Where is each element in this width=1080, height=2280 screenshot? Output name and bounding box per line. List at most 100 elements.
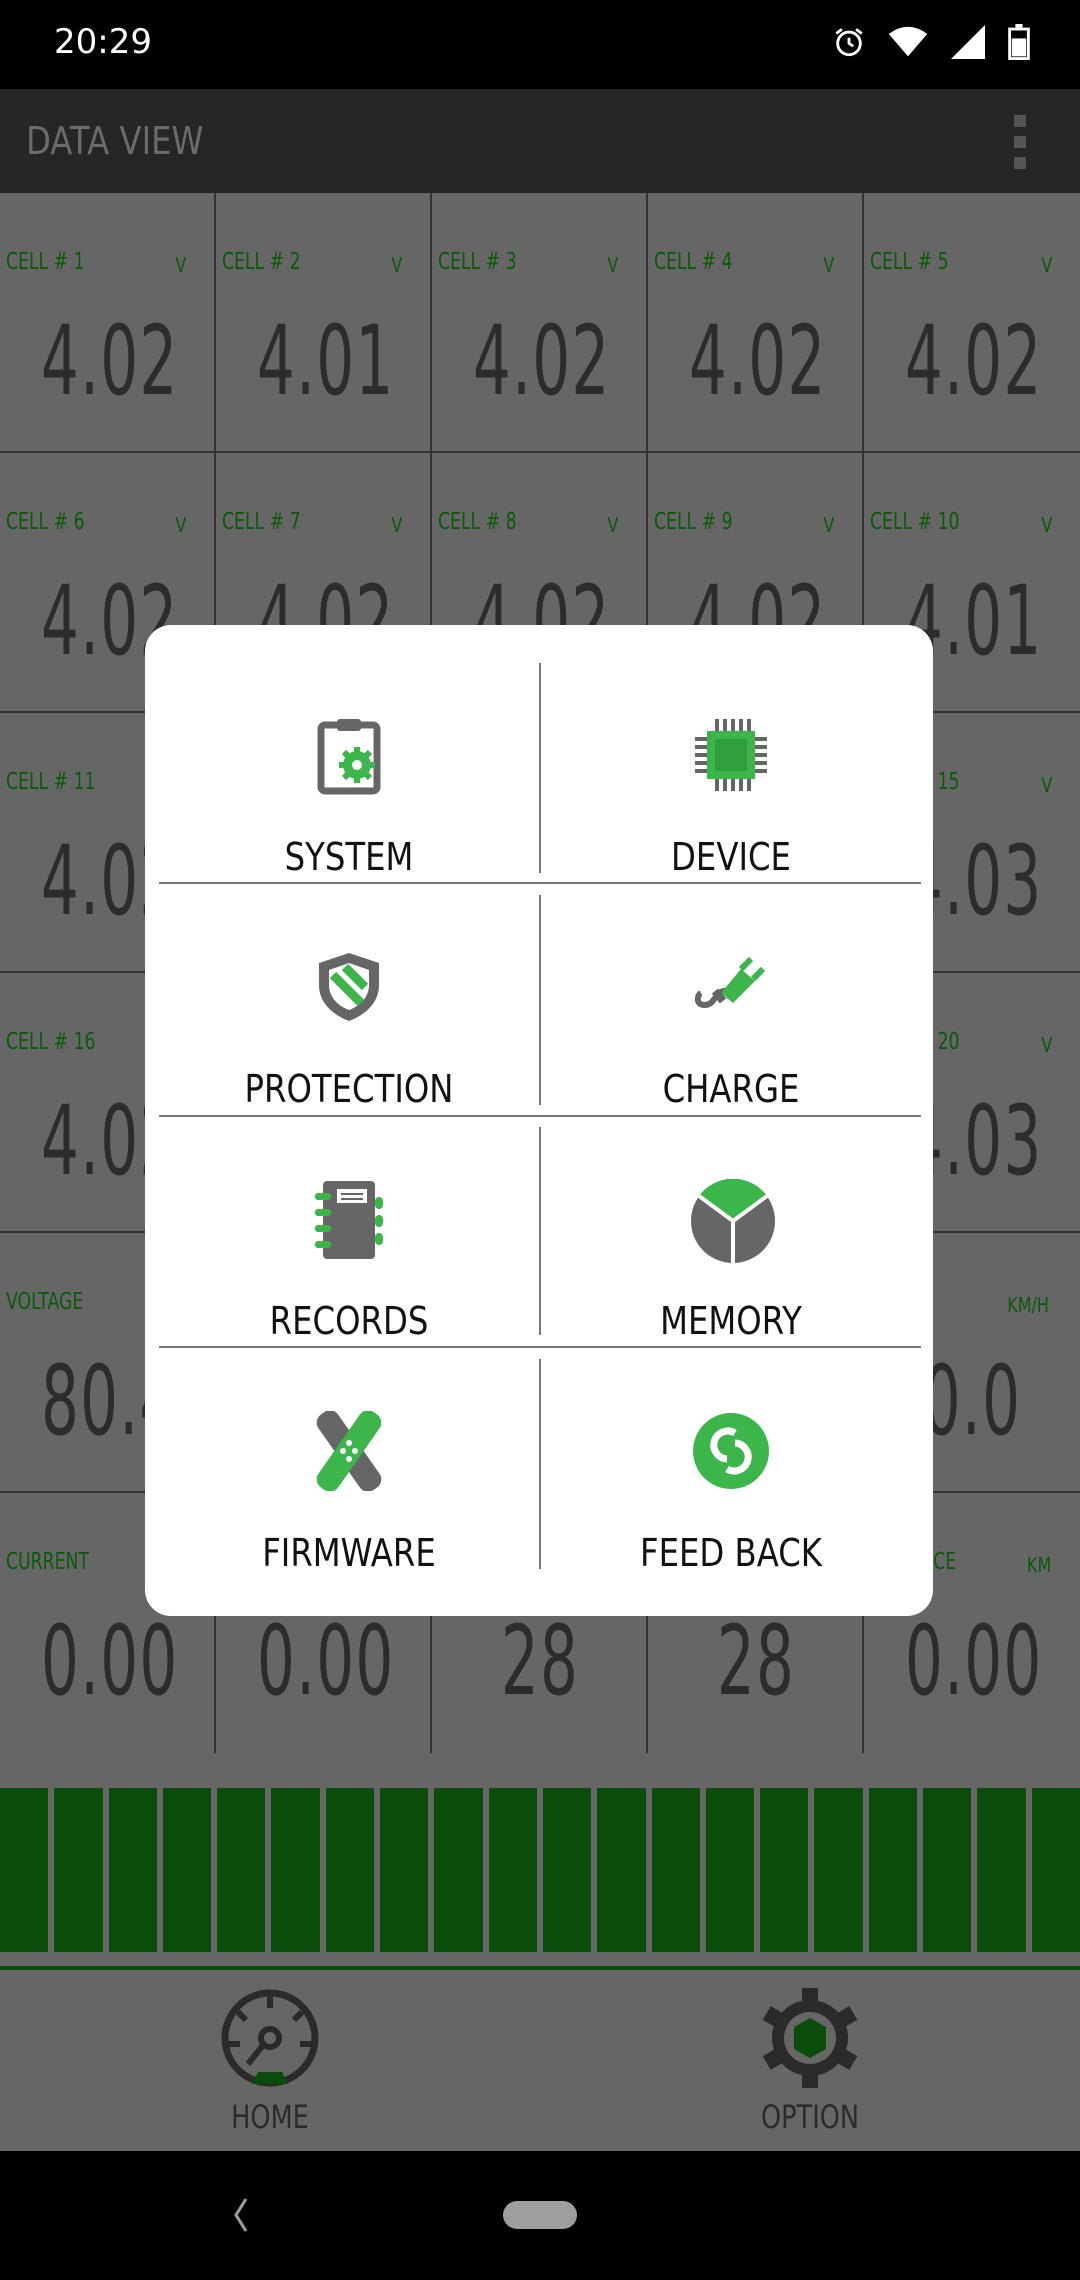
- cell-label: CELL # 9: [654, 509, 733, 535]
- cell-unit: V: [175, 253, 187, 277]
- cell-unit: V: [823, 513, 835, 537]
- menu-protection-label: PROTECTION: [244, 1067, 454, 1111]
- cell-unit: KM: [1026, 1553, 1051, 1577]
- plug-icon: [694, 956, 766, 1009]
- signal-icon: [951, 25, 985, 59]
- pie-chart-icon: [691, 1179, 775, 1263]
- battery-segment: [651, 1788, 700, 1952]
- cell-value: 4.02: [473, 305, 611, 417]
- cell-value: 28: [500, 1605, 580, 1717]
- speedometer-icon: [221, 1989, 319, 2087]
- cell-label: VOLTAGE: [6, 1289, 84, 1315]
- chip-icon: [695, 719, 767, 791]
- battery-icon: [1008, 24, 1030, 60]
- home-pill[interactable]: [503, 2201, 577, 2229]
- menu-dialog: SYSTEM DEVICE PROTECTION CHARGE RECORDS …: [145, 625, 933, 1616]
- cell-value: 0.00: [905, 1605, 1043, 1717]
- battery-segment: [923, 1788, 972, 1952]
- battery-segment: [1031, 1788, 1080, 1952]
- more-vert-icon[interactable]: [1014, 115, 1028, 169]
- data-cell: CELL # 1 V 4.02: [0, 193, 216, 453]
- menu-device-label: DEVICE: [671, 835, 791, 879]
- menu-system-label: SYSTEM: [284, 835, 414, 879]
- battery-segment: [0, 1788, 49, 1952]
- bandage-icon: [316, 1411, 382, 1491]
- cell-value: 4.01: [257, 305, 395, 417]
- nav-home[interactable]: HOME: [170, 1988, 370, 2136]
- data-cell: CELL # 5 V 4.02: [864, 193, 1080, 453]
- menu-records-label: RECORDS: [269, 1299, 429, 1343]
- battery-segment: [597, 1788, 646, 1952]
- cell-label: CELL # 1: [6, 249, 85, 275]
- cell-unit: V: [175, 513, 187, 537]
- menu-records[interactable]: RECORDS: [159, 1119, 539, 1349]
- data-cell: CELL # 2 V 4.01: [216, 193, 432, 453]
- battery-segment: [760, 1788, 809, 1952]
- cell-label: CURRENT: [6, 1549, 89, 1575]
- notebook-icon: [315, 1181, 383, 1259]
- battery-segment: [977, 1788, 1026, 1952]
- menu-feedback[interactable]: FEED BACK: [541, 1351, 921, 1581]
- cell-unit: V: [391, 513, 403, 537]
- cell-unit: V: [1041, 253, 1053, 277]
- cell-unit: V: [607, 253, 619, 277]
- battery-segment: [217, 1788, 266, 1952]
- battery-segment: [54, 1788, 103, 1952]
- battery-bar: [0, 1788, 1080, 1952]
- battery-segment: [271, 1788, 320, 1952]
- cell-unit: V: [607, 513, 619, 537]
- system-nav-bar: [0, 2151, 1080, 2280]
- feedback-icon: [693, 1413, 769, 1489]
- menu-device[interactable]: DEVICE: [541, 655, 921, 885]
- menu-charge-label: CHARGE: [662, 1067, 800, 1111]
- gear-icon: [762, 1988, 858, 2088]
- cell-unit: V: [1041, 1033, 1053, 1057]
- wifi-icon: [888, 26, 928, 57]
- menu-firmware[interactable]: FIRMWARE: [159, 1351, 539, 1581]
- battery-segment: [542, 1788, 592, 1952]
- app-title: DATA VIEW: [26, 119, 204, 163]
- status-time: 20:29: [54, 22, 152, 62]
- back-icon[interactable]: [228, 2193, 252, 2237]
- cell-value: 0.00: [41, 1605, 179, 1717]
- cell-label: CELL # 3: [438, 249, 517, 275]
- shield-icon: [319, 953, 379, 1021]
- cell-label: CELL # 6: [6, 509, 85, 535]
- cell-value: 4.02: [41, 305, 179, 417]
- menu-firmware-label: FIRMWARE: [262, 1531, 436, 1575]
- cell-label: CELL # 4: [654, 249, 733, 275]
- app-bar: DATA VIEW: [0, 89, 1080, 193]
- menu-protection[interactable]: PROTECTION: [159, 887, 539, 1117]
- cell-unit: V: [391, 253, 403, 277]
- cell-unit: V: [1041, 773, 1053, 797]
- cell-label: CELL # 11: [6, 769, 96, 795]
- cell-value: 4.02: [905, 305, 1043, 417]
- battery-segment: [108, 1788, 157, 1952]
- cell-label: CELL # 10: [870, 509, 960, 535]
- alarm-icon: [835, 28, 863, 57]
- menu-feedback-label: FEED BACK: [640, 1531, 822, 1575]
- cell-label: CELL # 16: [6, 1029, 96, 1055]
- nav-option-label: OPTION: [760, 2098, 860, 2136]
- cell-value: 4.02: [689, 305, 827, 417]
- clipboard-gear-icon: [317, 719, 381, 795]
- battery-segment: [814, 1788, 863, 1952]
- cell-unit: V: [1041, 513, 1053, 537]
- cell-value: 28: [716, 1605, 796, 1717]
- data-cell: CELL # 3 V 4.02: [432, 193, 648, 453]
- menu-charge[interactable]: CHARGE: [541, 887, 921, 1117]
- battery-segment: [705, 1788, 755, 1952]
- menu-memory[interactable]: MEMORY: [541, 1119, 921, 1349]
- menu-system[interactable]: SYSTEM: [159, 655, 539, 885]
- nav-option[interactable]: OPTION: [710, 1988, 910, 2136]
- menu-memory-label: MEMORY: [660, 1299, 802, 1343]
- battery-segment: [325, 1788, 375, 1952]
- cell-label: CELL # 7: [222, 509, 301, 535]
- battery-segment: [162, 1788, 212, 1952]
- data-cell: CELL # 4 V 4.02: [648, 193, 864, 453]
- cell-value: 0.00: [257, 1605, 395, 1717]
- status-bar: 20:29: [0, 0, 1080, 89]
- nav-home-label: HOME: [231, 2098, 309, 2136]
- cell-unit: V: [823, 253, 835, 277]
- battery-segment: [380, 1788, 429, 1952]
